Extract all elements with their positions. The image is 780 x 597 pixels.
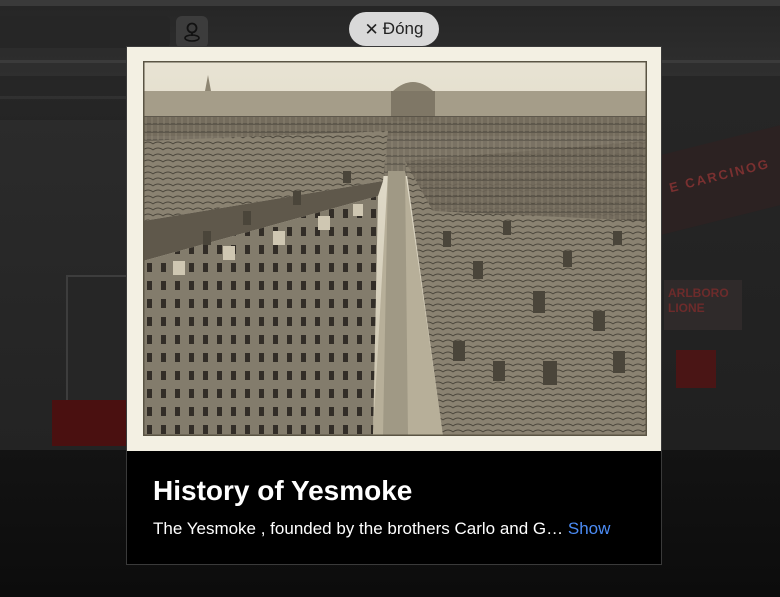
card-description: The Yesmoke , founded by the brothers Ca… [153,519,643,539]
close-button-label: Đóng [382,19,424,38]
viewer-stage: E CARCINOG ARLBORO LIONE ✕ Đóng History … [0,0,780,597]
left-red-panel [52,400,127,446]
wall-photo [676,350,716,388]
info-card: History of Yesmoke The Yesmoke , founded… [126,46,662,565]
close-button[interactable]: ✕ Đóng [349,12,439,46]
search-box[interactable] [0,16,170,48]
photo-frame [127,47,661,451]
poster-line-1: ARLBORO [668,286,729,300]
show-more-link[interactable]: Show [568,519,611,538]
historic-city-photo [143,61,647,436]
poster-line-2: LIONE [668,301,705,315]
close-icon: ✕ [364,19,379,39]
location-pin-icon [184,22,200,42]
location-button[interactable] [176,16,208,48]
card-title: History of Yesmoke [153,475,413,506]
left-window [66,275,130,404]
card-description-text: The Yesmoke , founded by the brothers Ca… [153,519,564,538]
wall-poster-text: ARLBORO LIONE [668,286,729,316]
